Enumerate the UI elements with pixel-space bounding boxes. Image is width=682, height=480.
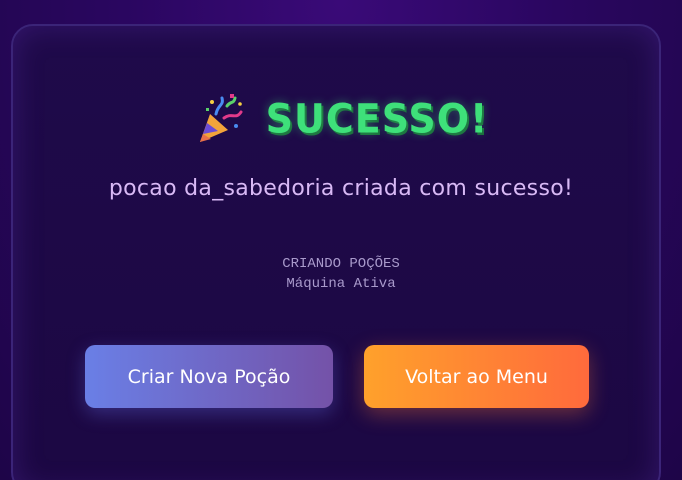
title-row: SUCESSO! xyxy=(0,92,682,146)
machine-status: CRIANDO POÇÕES Máquina Ativa xyxy=(0,254,682,294)
create-new-potion-button[interactable]: Criar Nova Poção xyxy=(85,345,333,408)
back-to-menu-button[interactable]: Voltar ao Menu xyxy=(364,345,589,408)
success-title: SUCESSO! xyxy=(265,95,489,143)
status-mode-text: CRIANDO POÇÕES xyxy=(282,256,400,272)
success-message: pocao da_sabedoria criada com sucesso! xyxy=(108,176,574,201)
status-machine-text: Máquina Ativa xyxy=(286,276,396,292)
party-popper-icon xyxy=(194,92,244,146)
